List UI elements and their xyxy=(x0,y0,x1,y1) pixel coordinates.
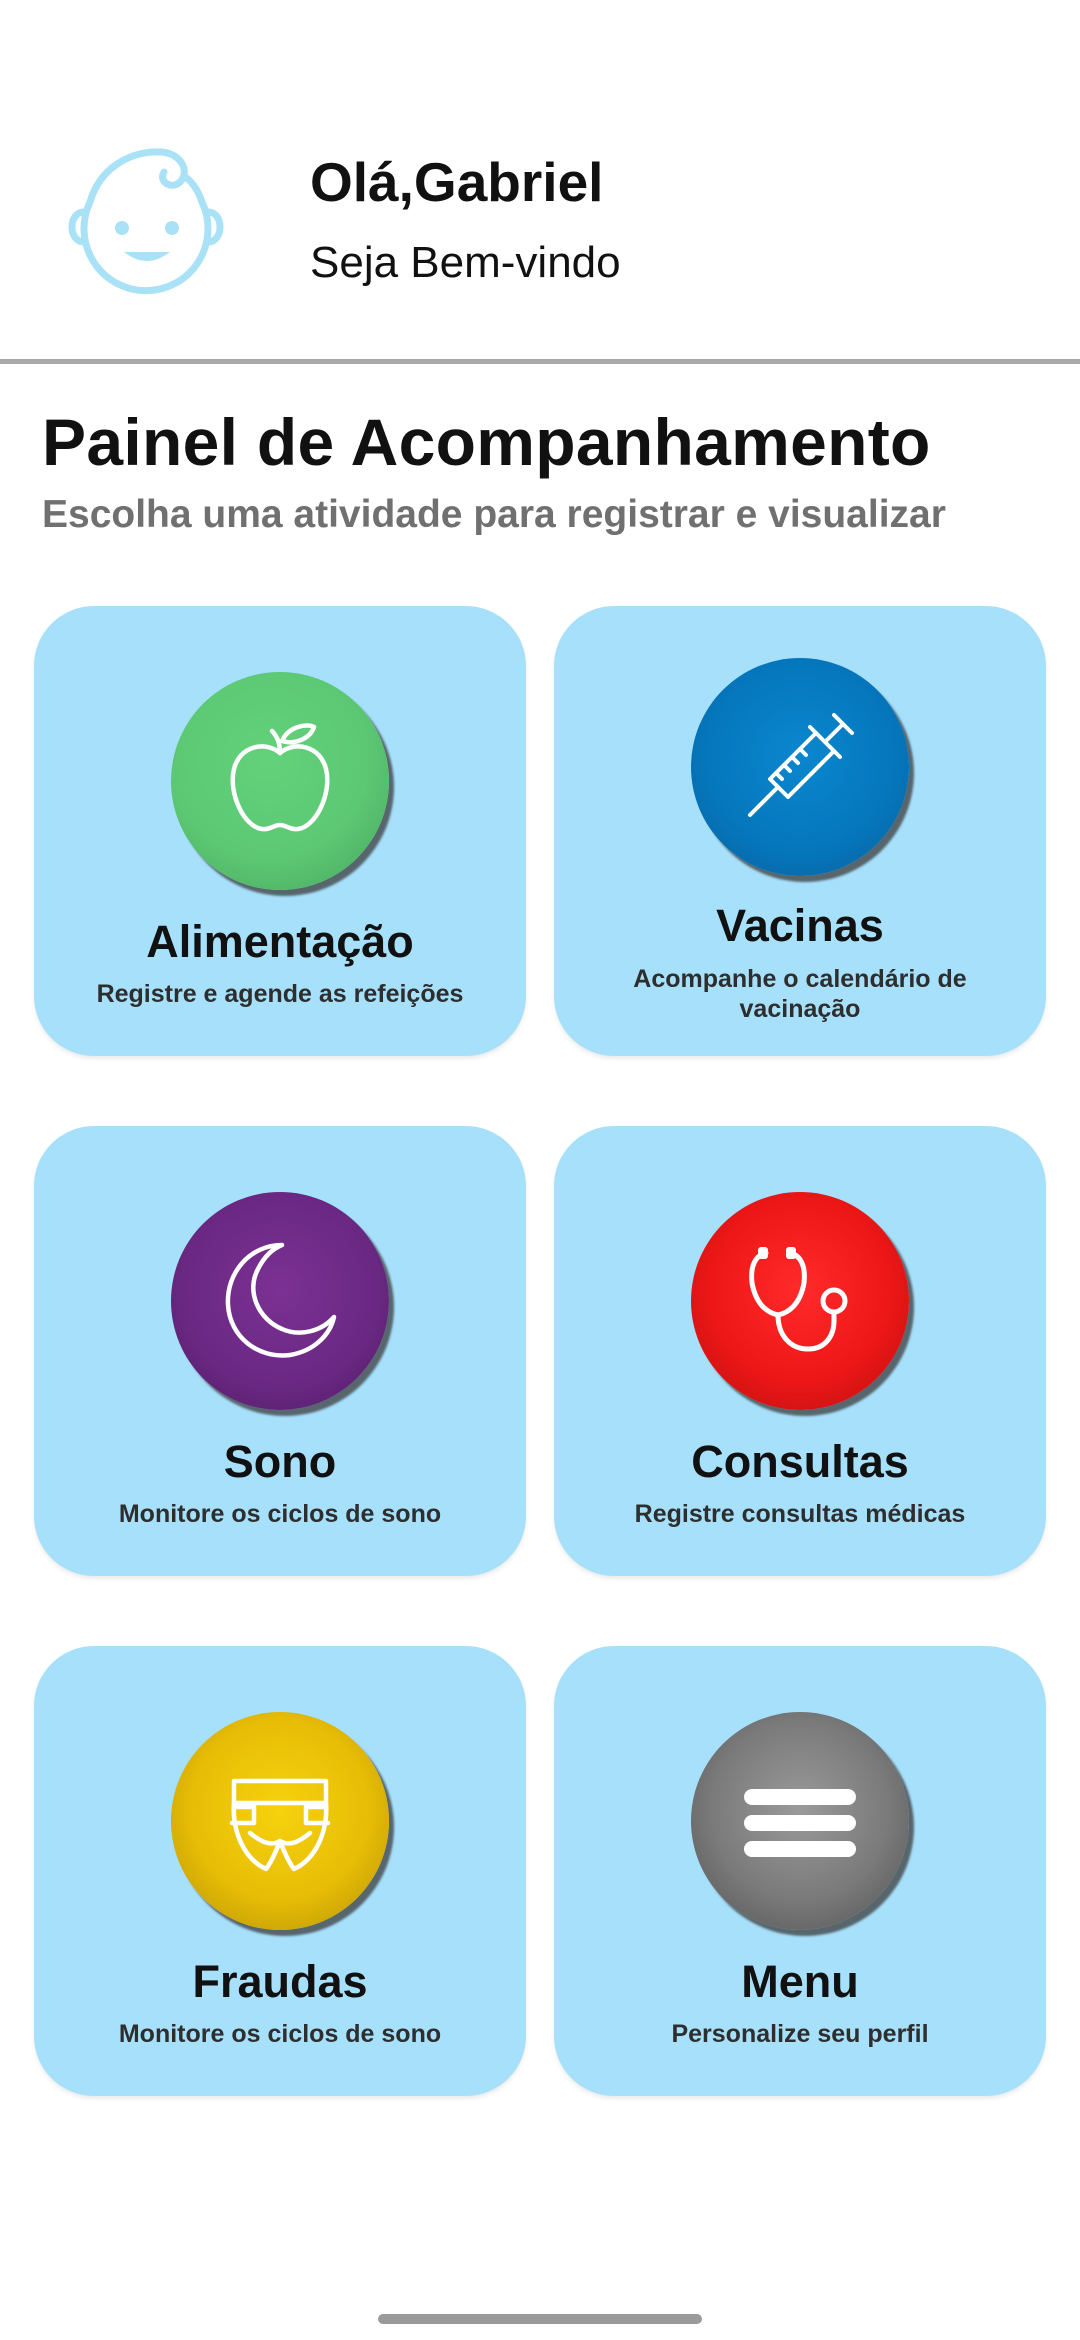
card-title: Consultas xyxy=(691,1436,909,1487)
card-fraudas[interactable]: Fraudas Monitore os ciclos de sono xyxy=(34,1646,526,2096)
card-description: Registre consultas médicas xyxy=(634,1500,966,1528)
card-description: Acompanhe o calendário de vacinação xyxy=(633,965,967,1023)
card-description: Personalize seu perfil xyxy=(671,2020,929,2048)
card-sono[interactable]: Sono Monitore os ciclos de sono xyxy=(34,1126,526,1576)
header-divider xyxy=(0,359,1080,364)
card-title: Menu xyxy=(741,1956,859,2007)
card-consultas[interactable]: Consultas Registre consultas médicas xyxy=(554,1126,1046,1576)
baby-face-icon[interactable] xyxy=(62,142,232,302)
card-title: Fraudas xyxy=(192,1956,368,2007)
card-title: Sono xyxy=(223,1436,337,1487)
syringe-icon xyxy=(691,658,909,876)
page-subtitle: Escolha uma atividade para registrar e v… xyxy=(42,493,946,536)
card-description: Registre e agende as refeições xyxy=(96,980,464,1008)
card-description: Monitore os ciclos de sono xyxy=(118,2020,442,2048)
card-vacinas[interactable]: Vacinas Acompanhe o calendário de vacina… xyxy=(554,606,1046,1056)
card-description: Monitore os ciclos de sono xyxy=(118,1500,442,1528)
greeting-text: Olá,Gabriel xyxy=(310,151,604,213)
home-indicator[interactable] xyxy=(378,2314,702,2324)
apple-icon xyxy=(171,672,389,890)
hamburger-menu-icon xyxy=(691,1712,909,1930)
diaper-icon xyxy=(171,1712,389,1930)
welcome-text: Seja Bem-vindo xyxy=(310,238,621,287)
moon-icon xyxy=(171,1192,389,1410)
profile-header: Olá,Gabriel Seja Bem-vindo xyxy=(0,0,1080,362)
card-title: Alimentação xyxy=(146,916,414,967)
card-title: Vacinas xyxy=(716,900,884,951)
card-alimentacao[interactable]: Alimentação Registre e agende as refeiçõ… xyxy=(34,606,526,1056)
card-menu[interactable]: Menu Personalize seu perfil xyxy=(554,1646,1046,2096)
page-title: Painel de Acompanhamento xyxy=(42,405,931,479)
stethoscope-icon xyxy=(691,1192,909,1410)
